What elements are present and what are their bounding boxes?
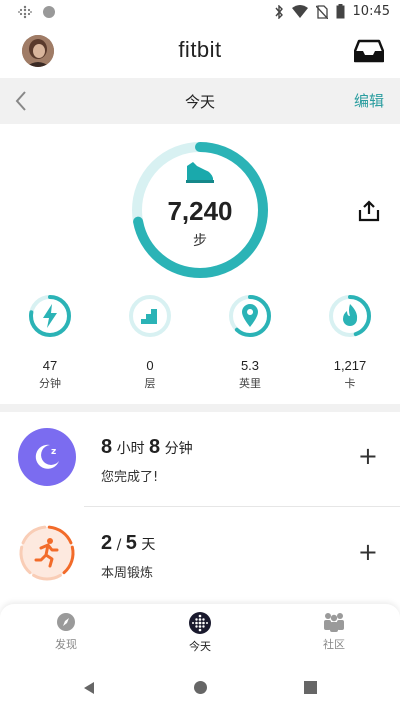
share-icon	[358, 200, 380, 222]
stairs-icon	[141, 309, 157, 324]
exercise-goal: 5	[125, 532, 137, 554]
lightning-icon	[43, 304, 57, 328]
sleep-hours-unit: 小时	[116, 441, 145, 457]
tab-today[interactable]: 今天	[160, 612, 240, 654]
sleep-status: 您完成了!	[101, 470, 159, 485]
app-bar: fitbit	[0, 24, 400, 78]
home-circle-icon[interactable]	[193, 680, 208, 695]
fitbit-dots-icon	[189, 612, 211, 634]
exercise-label: 本周锻炼	[101, 566, 154, 581]
circle-notification-icon	[43, 6, 55, 18]
inbox-button[interactable]	[353, 39, 385, 67]
distance-ring	[229, 295, 271, 337]
exercise-done: 2	[101, 532, 113, 554]
tab-discover[interactable]: 发现	[26, 612, 106, 652]
location-pin-icon	[242, 304, 258, 327]
active-minutes-stat[interactable]: 47 分钟	[10, 294, 90, 391]
steps-unit: 步	[193, 233, 207, 249]
sleep-tile[interactable]: z 8 小时 8 分钟 您完成了! +	[0, 412, 400, 504]
floors-ring	[129, 295, 171, 337]
calories-unit: 卡	[344, 377, 356, 390]
community-icon	[324, 613, 344, 632]
floors-unit: 层	[144, 377, 156, 390]
add-sleep-button[interactable]: +	[358, 444, 378, 468]
exercise-tile[interactable]: 2 / 5 天 本周锻炼 +	[0, 508, 400, 600]
bottom-nav: 发现 今天 社区	[0, 604, 400, 666]
fitbit-notification-icon	[18, 5, 32, 19]
tab-community-label: 社区	[323, 638, 345, 651]
shoe-icon	[186, 162, 214, 183]
sleep-duration: 8 小时 8 分钟	[101, 436, 193, 459]
steps-hero[interactable]: 7,240 步	[0, 124, 400, 294]
no-sim-icon	[315, 4, 328, 19]
distance-value: 5.3	[240, 358, 260, 373]
wifi-icon	[291, 5, 308, 18]
flame-icon	[343, 304, 358, 326]
app-title: fitbit	[178, 37, 222, 62]
sleep-minutes-unit: 分钟	[164, 441, 193, 457]
status-time: 10:45	[352, 4, 390, 19]
tab-today-label: 今天	[189, 640, 211, 653]
active-minutes-value: 47	[42, 358, 58, 373]
floors-value: 0	[146, 358, 154, 373]
share-button[interactable]	[358, 200, 380, 226]
exercise-separator: /	[116, 537, 122, 553]
calories-stat[interactable]: 1,217 卡	[310, 294, 390, 391]
date-title: 今天	[184, 93, 215, 111]
active-minutes-ring	[29, 295, 71, 337]
back-triangle-icon[interactable]	[82, 681, 96, 695]
calories-ring	[329, 295, 371, 337]
inbox-icon	[353, 39, 385, 63]
compass-icon	[57, 613, 75, 631]
battery-icon	[336, 4, 345, 19]
steps-value: 7,240	[167, 196, 233, 226]
row-divider	[84, 506, 400, 507]
tab-community[interactable]: 社区	[294, 612, 374, 652]
bluetooth-icon	[274, 4, 283, 19]
recents-square-icon[interactable]	[304, 681, 317, 694]
exercise-unit: 天	[141, 537, 156, 553]
add-exercise-button[interactable]: +	[358, 540, 378, 564]
sleep-hours: 8	[101, 436, 113, 458]
active-minutes-unit: 分钟	[39, 377, 61, 390]
floors-stat[interactable]: 0 层	[110, 294, 190, 391]
edit-button[interactable]: 编辑	[354, 90, 384, 111]
exercise-ring	[19, 525, 75, 581]
distance-unit: 英里	[239, 377, 261, 390]
svg-text:z: z	[51, 447, 56, 457]
sleep-minutes: 8	[149, 436, 161, 458]
date-bar: 今天 编辑	[0, 78, 400, 124]
section-divider	[0, 404, 400, 412]
sleep-icon: z	[18, 428, 76, 486]
tab-discover-label: 发现	[55, 638, 77, 651]
distance-stat[interactable]: 5.3 英里	[210, 294, 290, 391]
exercise-progress: 2 / 5 天	[101, 532, 155, 555]
system-nav-bar	[0, 666, 400, 711]
stats-row: 47 分钟 0 层 5.3 英里 1,217 卡	[0, 294, 400, 402]
calories-value: 1,217	[333, 358, 367, 373]
status-bar: 10:45	[0, 0, 400, 24]
